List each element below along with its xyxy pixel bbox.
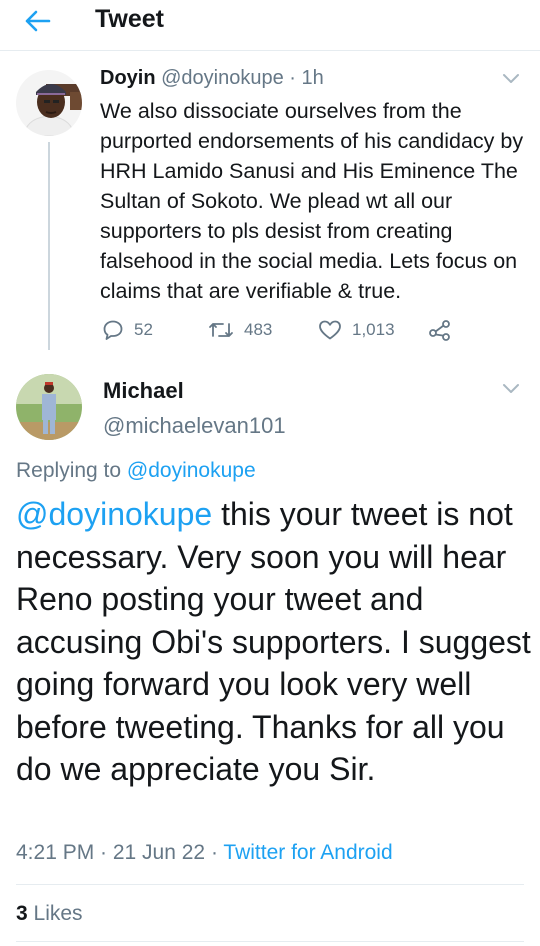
reply-author-name[interactable]: Michael [103, 378, 184, 404]
tweet-timestamp: 4:21 PM · 21 Jun 22 · [16, 841, 224, 864]
likes-summary[interactable]: 3 Likes [16, 902, 83, 926]
top-bar: Tweet [0, 0, 540, 51]
parent-tweet-header: Doyin @doyinokupe · 1h [100, 67, 324, 90]
reply-icon [102, 319, 124, 341]
chevron-down-icon[interactable] [500, 380, 522, 396]
reply-button[interactable]: 52 [102, 315, 153, 345]
tweet-source-link[interactable]: Twitter for Android [223, 841, 392, 864]
share-button[interactable] [428, 315, 452, 345]
page-title: Tweet [95, 5, 164, 33]
replying-to-label: Replying to [16, 459, 127, 482]
separator-dot: · [289, 67, 296, 89]
reply-author-handle[interactable]: @michaelevan101 [103, 413, 286, 439]
retweet-icon [208, 319, 234, 341]
tweet-meta: 4:21 PM · 21 Jun 22 · Twitter for Androi… [16, 841, 393, 865]
author-name[interactable]: Doyin [100, 67, 156, 89]
like-count: 1,013 [352, 320, 395, 339]
replying-to-handle-link[interactable]: @doyinokupe [127, 459, 256, 482]
back-arrow-icon[interactable] [22, 8, 52, 34]
divider [16, 884, 524, 885]
parent-tweet-text: We also dissociate ourselves from the pu… [100, 99, 524, 303]
thread-line [48, 142, 50, 350]
share-icon [428, 319, 452, 341]
retweet-count: 483 [244, 320, 273, 339]
likes-count: 3 [16, 902, 28, 925]
avatar-doyin[interactable] [16, 70, 82, 136]
reply-body: this your tweet is not necessary. Very s… [16, 496, 531, 787]
reply-tweet-text: @doyinokupe this your tweet is not neces… [16, 493, 531, 791]
like-icon [318, 319, 342, 341]
tweet-time: 1h [301, 67, 324, 89]
reply-count: 52 [134, 320, 153, 339]
divider [16, 941, 524, 942]
likes-label: Likes [27, 902, 83, 925]
tweet-actions: 52 483 1,013 [100, 315, 520, 345]
chevron-down-icon[interactable] [500, 70, 522, 86]
avatar-michael[interactable] [16, 374, 82, 440]
mention-link[interactable]: @doyinokupe [16, 496, 212, 532]
author-handle[interactable]: @doyinokupe [161, 67, 284, 89]
like-button[interactable]: 1,013 [318, 315, 395, 345]
replying-to: Replying to @doyinokupe [16, 459, 256, 483]
retweet-button[interactable]: 483 [208, 315, 272, 345]
